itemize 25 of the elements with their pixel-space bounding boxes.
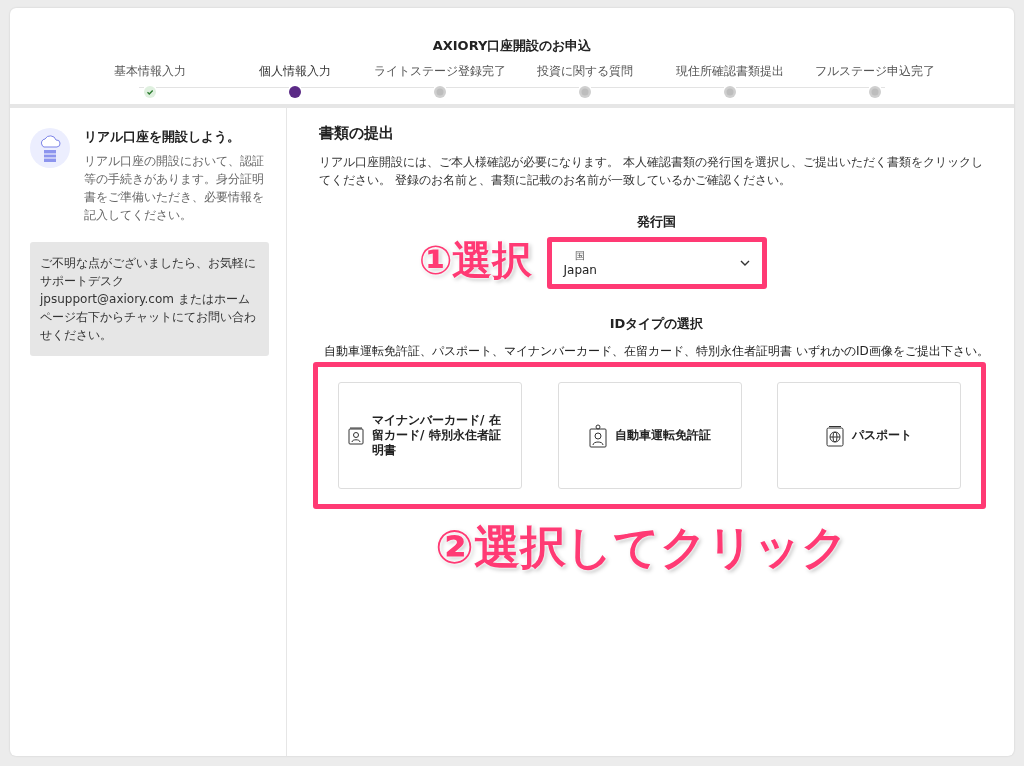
id-type-card[interactable]: マイナンバーカード/ 在留カード/ 特別永住者証明書 bbox=[338, 382, 522, 489]
step-label: 個人情報入力 bbox=[258, 63, 331, 80]
annotation-text: ①選択 bbox=[418, 236, 533, 285]
step-label: 基本情報入力 bbox=[113, 63, 186, 80]
id-card-icon bbox=[348, 426, 364, 445]
annotation-text: ②選択してクリック bbox=[435, 519, 848, 576]
step-label: 現住所確認書類提出 bbox=[675, 63, 784, 80]
section-description: リアル口座開設には、ご本人様確認が必要になります。 本人確認書類の発行国を選択し、ご提出いただく書類をクリックしてください。 登録のお名前と、書類に記載のお名前が一致しているかご確認ください。 bbox=[319, 154, 984, 189]
id-type-description: 自動車運転免許証、パスポート、マイナンバーカード、在留カード、特別永住者証明書 いずれかのID画像をご提出下さい。 bbox=[324, 343, 989, 360]
badge-icon bbox=[588, 423, 607, 448]
chevron-down-icon bbox=[739, 260, 750, 266]
id-type-card[interactable]: 自動車運転免許証 bbox=[557, 382, 742, 489]
cloud-server-icon bbox=[30, 128, 70, 168]
help-note: ご不明な点がございましたら、お気軽にサポートデスク jpsupport@axiory.com またはホームページ右下からチャットにてお問い合わせください。 bbox=[30, 242, 269, 356]
country-heading: 発行国 bbox=[637, 213, 676, 231]
sidebar-title: リアル口座を開設しよう。 bbox=[84, 128, 241, 146]
sidebar-description: リアル口座の開設において、認証等の手続きがあります。身分証明書をご準備いただき、必要情報を記入してください。 bbox=[84, 153, 265, 224]
id-type-card[interactable]: パスポート bbox=[777, 382, 961, 489]
step-label: フルステージ申込完了 bbox=[814, 63, 935, 80]
page-title: AXIORY口座開設のお申込 bbox=[432, 37, 592, 55]
passport-icon bbox=[826, 424, 844, 447]
id-type-heading: IDタイプの選択 bbox=[609, 315, 704, 333]
section-title: 書類の提出 bbox=[319, 124, 395, 143]
step-label: 投資に関する質問 bbox=[536, 63, 633, 80]
step-label: ライトステージ登録完了 bbox=[373, 63, 506, 80]
